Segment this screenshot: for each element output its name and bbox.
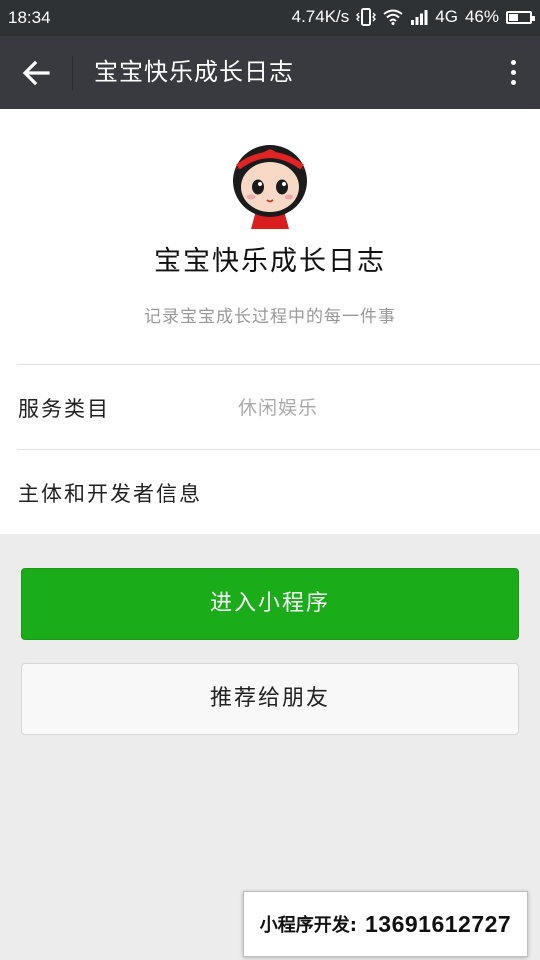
app-name: 宝宝快乐成长日志: [154, 246, 386, 277]
recommend-to-friend-button[interactable]: 推荐给朋友: [21, 663, 519, 735]
status-bar: 18:34 4.74K/s 4G 46%: [0, 0, 540, 36]
arrow-left-icon[interactable]: [20, 57, 52, 89]
app-description: 记录宝宝成长过程中的每一件事: [144, 307, 396, 327]
vibrate-icon: [356, 8, 377, 26]
category-value: 休闲娱乐: [238, 397, 319, 419]
battery-fill: [509, 13, 518, 21]
title-bar: 宝宝快乐成长日志: [0, 36, 540, 109]
wifi-icon: [383, 9, 403, 25]
signal-icon: [410, 9, 428, 25]
battery-percent: 46%: [464, 7, 499, 26]
enter-mini-program-button[interactable]: 进入小程序: [21, 568, 519, 640]
more-vertical-icon[interactable]: [506, 56, 520, 90]
network-type: 4G: [435, 7, 458, 26]
watermark-label: 小程序开发:: [259, 915, 357, 936]
category-label: 服务类目: [18, 397, 110, 421]
cartoon-girl-avatar: [227, 137, 313, 229]
contact-watermark: 小程序开发: 13691612727: [243, 891, 528, 957]
title-divider: [72, 56, 73, 90]
watermark-phone: 13691612727: [364, 910, 512, 937]
divider: [17, 364, 540, 365]
app-info-card: 宝宝快乐成长日志 记录宝宝成长过程中的每一件事 服务类目 休闲娱乐 主体和开发者…: [0, 109, 540, 534]
developer-info-row[interactable]: 主体和开发者信息: [18, 478, 202, 508]
status-time: 18:34: [8, 8, 51, 27]
page-title: 宝宝快乐成长日志: [94, 58, 294, 86]
battery-icon: [506, 10, 535, 24]
status-right-group: 4.74K/s 4G 46%: [291, 7, 535, 27]
divider: [17, 449, 540, 450]
network-speed: 4.74K/s: [291, 7, 350, 26]
